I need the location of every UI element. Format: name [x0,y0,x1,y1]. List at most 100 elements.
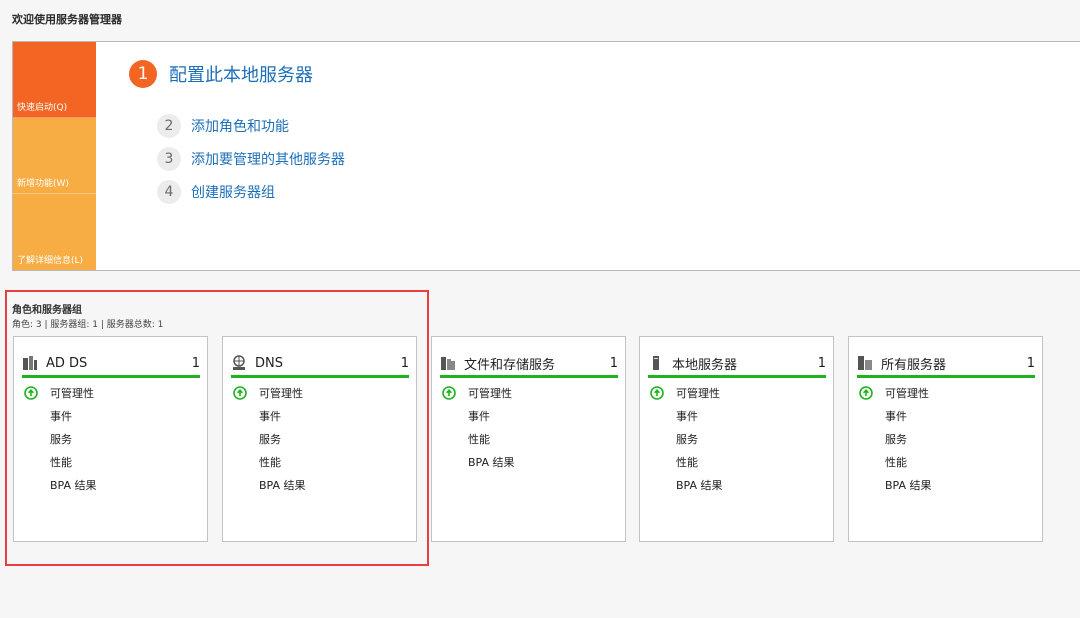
tile-row-services[interactable]: 服务 [857,427,1035,450]
tile-row-events[interactable]: 事件 [440,404,618,427]
step-link[interactable]: 配置此本地服务器 [169,61,313,87]
tile-row-label: BPA 结果 [50,478,97,492]
tile-row-performance[interactable]: 性能 [857,450,1035,473]
tile-header[interactable]: DNS 1 [231,349,409,377]
role-tile-dns: DNS 1 可管理性 事件 服务 性能 BPA 结果 [222,336,417,542]
local-server-icon [653,356,659,370]
tile-row-services[interactable]: 服务 [22,427,200,450]
tile-row-bpa[interactable]: BPA 结果 [440,450,618,473]
tile-row-performance[interactable]: 性能 [22,450,200,473]
tile-row-manageability[interactable]: 可管理性 [231,381,409,404]
tile-row-label: 性能 [50,455,72,469]
tile-header[interactable]: AD DS 1 [22,349,200,377]
tile-row-events[interactable]: 事件 [231,404,409,427]
tile-row-bpa[interactable]: BPA 结果 [648,473,826,496]
tile-row-bpa[interactable]: BPA 结果 [857,473,1035,496]
tile-rows: 可管理性 事件 服务 性能 BPA 结果 [22,381,200,496]
tile-rows: 可管理性 事件 服务 性能 BPA 结果 [648,381,826,496]
step-add-roles[interactable]: 2 添加角色和功能 [157,114,289,138]
tile-count: 1 [817,355,826,371]
tile-row-manageability[interactable]: 可管理性 [648,381,826,404]
tile-row-label: 可管理性 [676,386,720,400]
tile-row-events[interactable]: 事件 [648,404,826,427]
tile-name: 文件和存储服务 [464,357,556,373]
tile-count: 1 [400,355,409,371]
tile-row-performance[interactable]: 性能 [231,450,409,473]
step-link[interactable]: 添加要管理的其他服务器 [191,149,345,169]
step-link[interactable]: 添加角色和功能 [191,116,289,136]
tile-row-manageability[interactable]: 可管理性 [440,381,618,404]
step-number-badge: 1 [129,60,157,88]
quick-start-tile[interactable]: 快速启动(Q) [13,42,96,118]
tile-row-bpa[interactable]: BPA 结果 [231,473,409,496]
tile-row-label: 事件 [468,409,490,423]
tile-rows: 可管理性 事件 服务 性能 BPA 结果 [857,381,1035,496]
welcome-panel: 快速启动(Q) 新增功能(W) 了解详细信息(L) 1 配置此本地服务器 2 添… [12,41,1080,271]
tile-row-label: 服务 [50,432,72,446]
tile-row-manageability[interactable]: 可管理性 [22,381,200,404]
tile-status-bar [648,375,826,378]
tile-row-label: 性能 [885,455,907,469]
tile-row-performance[interactable]: 性能 [440,427,618,450]
tile-header[interactable]: 所有服务器 1 [857,349,1035,377]
tile-name: 所有服务器 [881,357,947,373]
whats-new-tile[interactable]: 新增功能(W) [13,118,96,194]
tile-count: 1 [1026,355,1035,371]
tile-name: DNS [255,355,283,371]
tile-row-label: BPA 结果 [885,478,932,492]
tile-count: 1 [609,355,618,371]
tile-row-label: 可管理性 [885,386,929,400]
step-add-servers[interactable]: 3 添加要管理的其他服务器 [157,147,345,171]
tile-row-label: 性能 [676,455,698,469]
step-number-badge: 3 [157,147,181,171]
all-servers-icon [858,356,872,370]
quick-start-label[interactable]: 快速启动(Q) [17,100,67,113]
tile-row-label: 事件 [676,409,698,423]
ad-ds-icon [23,356,37,370]
step-configure-local-server[interactable]: 1 配置此本地服务器 [129,60,313,88]
up-arrow-status-icon [233,385,247,400]
tile-rows: 可管理性 事件 性能 BPA 结果 [440,381,618,473]
tile-row-label: 服务 [676,432,698,446]
tile-name: AD DS [46,355,88,371]
learn-more-label[interactable]: 了解详细信息(L) [17,253,83,266]
tile-status-bar [440,375,618,378]
up-arrow-status-icon [650,385,664,400]
learn-more-tile[interactable]: 了解详细信息(L) [13,194,96,270]
tile-row-label: 可管理性 [259,386,303,400]
tile-rows: 可管理性 事件 服务 性能 BPA 结果 [231,381,409,496]
tile-header[interactable]: 文件和存储服务 1 [440,349,618,377]
tile-row-label: 事件 [50,409,72,423]
tile-status-bar [857,375,1035,378]
whats-new-label[interactable]: 新增功能(W) [17,176,69,189]
tile-status-bar [231,375,409,378]
tile-row-events[interactable]: 事件 [857,404,1035,427]
tile-row-bpa[interactable]: BPA 结果 [22,473,200,496]
tile-header[interactable]: 本地服务器 1 [648,349,826,377]
step-number-badge: 2 [157,114,181,138]
welcome-title: 欢迎使用服务器管理器 [12,13,122,26]
tile-row-services[interactable]: 服务 [231,427,409,450]
tile-row-label: 事件 [885,409,907,423]
tile-count: 1 [191,355,200,371]
step-link[interactable]: 创建服务器组 [191,182,275,202]
step-create-group[interactable]: 4 创建服务器组 [157,180,275,204]
tile-status-bar [22,375,200,378]
tile-row-label: 服务 [885,432,907,446]
tile-row-label: 事件 [259,409,281,423]
tile-row-events[interactable]: 事件 [22,404,200,427]
file-storage-icon [441,357,455,370]
tile-row-label: 性能 [468,432,490,446]
step-number-badge: 4 [157,180,181,204]
up-arrow-status-icon [859,385,873,400]
up-arrow-status-icon [24,385,38,400]
tile-row-label: 性能 [259,455,281,469]
tile-name: 本地服务器 [672,357,738,373]
role-tile-local-server: 本地服务器 1 可管理性 事件 服务 性能 BPA 结果 [639,336,834,542]
tile-row-manageability[interactable]: 可管理性 [857,381,1035,404]
tile-row-services[interactable]: 服务 [648,427,826,450]
tile-row-label: 可管理性 [50,386,94,400]
tile-row-label: BPA 结果 [676,478,723,492]
role-tile-all-servers: 所有服务器 1 可管理性 事件 服务 性能 BPA 结果 [848,336,1043,542]
tile-row-performance[interactable]: 性能 [648,450,826,473]
